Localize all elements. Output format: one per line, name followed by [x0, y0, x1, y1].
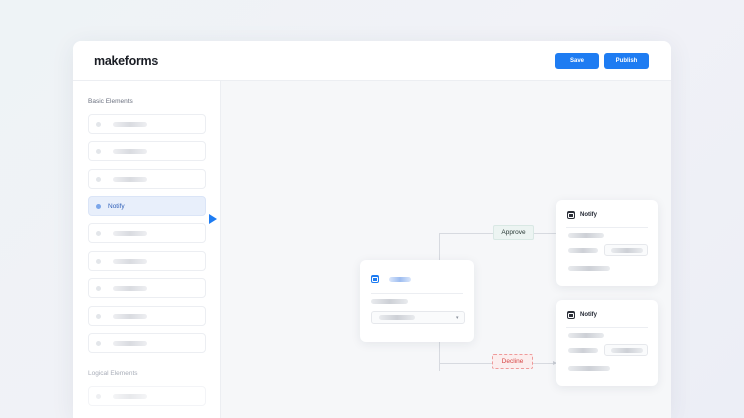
notify-node-card-decline[interactable]: Notify [556, 300, 658, 386]
logical-elements-heading: Logical Elements [88, 370, 138, 377]
element-dot-icon [96, 176, 101, 182]
blurred-label [568, 248, 598, 253]
recipient-field[interactable] [604, 344, 648, 356]
save-button[interactable]: Save [555, 53, 599, 69]
blurred-label [113, 176, 147, 182]
blurred-title [389, 277, 411, 282]
sidebar-element-item[interactable] [88, 278, 206, 298]
mail-icon [371, 275, 379, 283]
sidebar-element-item[interactable] [88, 251, 206, 271]
mail-icon [567, 211, 575, 219]
sidebar-element-item[interactable] [88, 306, 206, 326]
sidebar-element-item[interactable] [88, 223, 206, 243]
divider [566, 327, 648, 328]
element-dot-icon [96, 258, 101, 264]
blurred-label [113, 148, 147, 154]
element-dot-icon [96, 285, 101, 291]
blurred-label [113, 285, 147, 291]
workflow-canvas[interactable]: Approve Decline ▾ Notify Notify [221, 81, 671, 418]
app-logo: makeforms [94, 54, 158, 68]
element-dot-icon [96, 340, 101, 346]
publish-button[interactable]: Publish [604, 53, 649, 69]
connector-line [534, 233, 557, 234]
notify-card-title: Notify [580, 212, 597, 218]
element-dot-icon [96, 148, 101, 154]
sidebar-element-item[interactable] [88, 141, 206, 161]
sidebar-element-item[interactable] [88, 333, 206, 353]
divider [566, 227, 648, 228]
blurred-label [113, 393, 147, 399]
blurred-value [379, 315, 415, 320]
blurred-label [113, 340, 147, 346]
element-dot-icon [96, 393, 101, 399]
notify-dot-icon [96, 203, 101, 209]
connector-line [439, 233, 493, 234]
sidebar-item-label: Notify [108, 202, 125, 210]
connector-line [439, 363, 492, 364]
notify-node-card-approve[interactable]: Notify [556, 200, 658, 286]
sidebar-element-item[interactable] [88, 169, 206, 189]
divider [371, 293, 463, 294]
drag-cursor-icon [209, 214, 217, 224]
approve-branch-label[interactable]: Approve [493, 225, 534, 240]
element-dot-icon [96, 121, 101, 127]
blurred-value [611, 348, 643, 353]
blurred-label [113, 121, 147, 127]
mail-icon [567, 311, 575, 319]
blurred-label [568, 233, 604, 238]
blurred-value [611, 248, 643, 253]
blurred-label [113, 230, 147, 236]
source-node-card[interactable]: ▾ [360, 260, 474, 342]
blurred-label [371, 299, 408, 304]
condition-select[interactable]: ▾ [371, 311, 465, 324]
blurred-value [568, 366, 610, 371]
recipient-field[interactable] [604, 244, 648, 256]
blurred-label [568, 348, 598, 353]
sidebar-item-notify[interactable]: Notify [88, 196, 206, 216]
basic-elements-heading: Basic Elements [88, 98, 133, 105]
sidebar-element-item[interactable] [88, 386, 206, 406]
blurred-value [568, 266, 610, 271]
top-bar: makeforms io Save Publish [73, 41, 671, 81]
notify-card-title: Notify [580, 312, 597, 318]
blurred-label [568, 333, 604, 338]
element-dot-icon [96, 230, 101, 236]
chevron-down-icon: ▾ [456, 315, 459, 321]
elements-sidebar: Basic Elements Notify Logical Elements [73, 81, 221, 418]
sidebar-element-item[interactable] [88, 114, 206, 134]
decline-branch-label[interactable]: Decline [492, 354, 533, 369]
blurred-label [113, 313, 147, 319]
app-window: makeforms io Save Publish Basic Elements… [73, 41, 671, 418]
app-logo-suffix: io [153, 59, 157, 65]
blurred-label [113, 258, 147, 264]
element-dot-icon [96, 313, 101, 319]
